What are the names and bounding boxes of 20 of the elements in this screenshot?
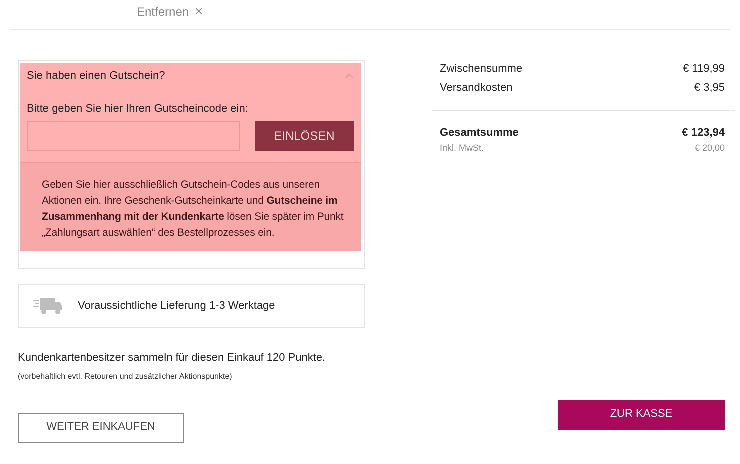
summary-label: Versandkosten [440,80,513,96]
tax-value: € 20,00 [694,142,725,154]
delivery-text: Voraussichtliche Lieferung 1-3 Werktage [78,298,276,314]
field-label: Bitte geben Sie hier Ihren Gutscheincode ein: [26,102,250,116]
redeem-button[interactable]: EINLÖSEN [254,121,354,151]
total-label: Gesamtsumme [440,126,519,141]
summary-value: € 3,95 [694,80,725,96]
continue-shopping-button[interactable]: WEITER EINKAUFEN [18,412,184,442]
summary-value: € 119,99 [682,62,725,77]
points-note: (vorbehaltlich evtl. Retouren und zusätzlicher Aktionspunkte) [18,370,234,382]
points-text: Kundenkartenbesitzer sammeln für diesen Einkauf 120 Punkte. [18,351,327,366]
remove-link[interactable]: Entfernen × [137,1,204,22]
truck-icon [33,297,63,315]
voucher-toggle[interactable]: Sie haben einen Gutschein? [20,63,361,84]
voucher-notice: Geben Sie hier ausschließlich Gutschein-Codes aus unseren Aktionen ein. Ihre Geschenk-Gutscheinkarte und Gutscheine im Zusammenhang mit der Kundenkarte lösen Sie später im Punkt „Zahlungsart auswählen“ des Bestellprozesses ein. [20,162,361,251]
voucher-code-field[interactable] [27,121,240,151]
summary-label: Zwischensumme [440,62,523,77]
tax-label: Inkl. MwSt. [440,142,484,154]
total-value: € 123,94 [682,126,725,141]
checkout-button[interactable]: ZUR KASSE [558,400,725,430]
